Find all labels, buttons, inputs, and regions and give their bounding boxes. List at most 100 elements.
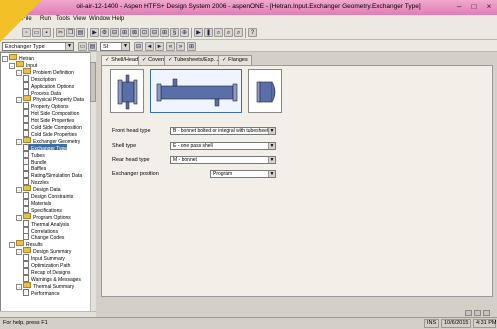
- tree-expand-icon[interactable]: -: [16, 249, 22, 256]
- tree-item[interactable]: - Physical Property Data: [16, 95, 84, 104]
- chevron-down-icon: ▼: [268, 171, 275, 177]
- exchanger-icon[interactable]: ⊟: [110, 28, 119, 37]
- tree-item[interactable]: Input Summary: [23, 254, 65, 262]
- tree-expand-icon[interactable]: -: [16, 283, 22, 290]
- tree-item[interactable]: Exchanger Type: [23, 143, 68, 152]
- front-head-select[interactable]: B - bonnet bolted or integral with tubes…: [170, 127, 276, 135]
- tree-item[interactable]: Thermal Analysis: [23, 219, 69, 228]
- tree-item[interactable]: Process Data: [23, 88, 61, 97]
- tree-item[interactable]: Materials: [23, 198, 51, 207]
- tree-item[interactable]: Application Options: [23, 81, 74, 90]
- back-icon[interactable]: ◄: [145, 42, 154, 51]
- run-design-icon[interactable]: ⚙: [100, 28, 109, 37]
- units-select[interactable]: SI ▼: [100, 42, 130, 51]
- last-icon[interactable]: »: [176, 42, 185, 51]
- exchanger-icon[interactable]: ⊞: [120, 28, 129, 37]
- shell-diagram[interactable]: [150, 69, 242, 113]
- tree-item[interactable]: Baffles: [23, 164, 46, 172]
- tree-item[interactable]: - Design Summary: [16, 247, 71, 256]
- tree-item[interactable]: Change Codes: [23, 233, 64, 241]
- view-icon[interactable]: [465, 310, 472, 316]
- maximize-button[interactable]: □: [467, 2, 481, 13]
- tree-item[interactable]: Warnings & Messages: [23, 274, 81, 283]
- tree-item[interactable]: Property Options: [23, 102, 69, 110]
- tree-item[interactable]: Correlations: [23, 226, 58, 235]
- zoom-icon[interactable]: ⌕: [234, 28, 243, 37]
- tree-item[interactable]: - Problem Definition: [16, 67, 74, 76]
- tree-item[interactable]: - Design Data: [16, 185, 61, 194]
- tree-item[interactable]: Recap of Designs: [23, 267, 70, 276]
- tree-item[interactable]: Description: [23, 74, 56, 83]
- menu-help[interactable]: Help: [112, 16, 124, 22]
- pause-icon[interactable]: ❚: [204, 28, 213, 37]
- shell-type-select[interactable]: E - one pass shell ▼: [170, 142, 276, 150]
- tree-item[interactable]: - Results: [9, 240, 43, 249]
- zoom-icon[interactable]: ⌕: [214, 28, 223, 37]
- tree-item[interactable]: Cold Side Composition: [23, 123, 82, 131]
- tree-item[interactable]: Hot Side Composition: [23, 109, 79, 117]
- tree-item[interactable]: Rating/Simulation Data: [23, 171, 82, 179]
- paste-icon[interactable]: ▤: [76, 28, 85, 37]
- tree-item[interactable]: Tubes: [23, 150, 45, 159]
- shell-type-label: Shell type: [112, 143, 137, 149]
- forward-icon[interactable]: ►: [155, 42, 164, 51]
- minimize-button[interactable]: –: [452, 2, 466, 13]
- first-icon[interactable]: «: [166, 42, 175, 51]
- tree-item[interactable]: Design Constraints: [23, 192, 73, 200]
- tree-item[interactable]: Performance: [23, 288, 60, 297]
- tree-item[interactable]: Optimization Path: [23, 261, 70, 269]
- tree-item[interactable]: - Thermal Summary: [16, 281, 74, 290]
- sheet-icon[interactable]: ▤: [88, 42, 97, 51]
- exchanger-icon[interactable]: ⊟: [150, 28, 159, 37]
- tree-item[interactable]: Cold Side Properties: [23, 129, 77, 138]
- menu-tools[interactable]: Tools: [56, 16, 70, 22]
- view-icon[interactable]: [474, 310, 481, 316]
- folder-icon[interactable]: ▭: [78, 42, 87, 51]
- tree-scrollbar-thumb[interactable]: [90, 62, 96, 102]
- rear-head-icon: [256, 81, 276, 103]
- close-button[interactable]: ×: [482, 2, 496, 13]
- save-icon[interactable]: ▪: [42, 28, 51, 37]
- tree-expand-icon[interactable]: -: [16, 214, 22, 221]
- exchanger-position-label: Exchanger position: [112, 171, 159, 177]
- cut-icon[interactable]: ✂: [56, 28, 65, 37]
- tree-expand-icon[interactable]: -: [16, 69, 22, 76]
- folder-icon: [23, 67, 31, 74]
- view-icon[interactable]: [483, 310, 490, 316]
- rear-head-diagram[interactable]: [248, 69, 282, 113]
- tab-flanges[interactable]: ✓ Flanges: [218, 55, 252, 65]
- tree-expand-icon[interactable]: -: [2, 56, 8, 62]
- tree-item[interactable]: Nozzles: [23, 178, 49, 186]
- tree-item[interactable]: - Exchanger Geometry: [16, 136, 80, 145]
- tree-item[interactable]: Bundle: [23, 157, 47, 166]
- menu-view[interactable]: View: [73, 16, 86, 22]
- tree-item[interactable]: - Hetran: [2, 54, 34, 62]
- tree-expand-icon[interactable]: -: [16, 187, 22, 194]
- help-icon[interactable]: ?: [248, 28, 257, 37]
- tree-item[interactable]: - Input: [9, 60, 37, 69]
- menu-window[interactable]: Window: [89, 16, 110, 22]
- tree-item[interactable]: - Program Options: [16, 212, 71, 221]
- exchanger-icon[interactable]: ⊡: [140, 28, 149, 37]
- tree-expand-icon[interactable]: -: [16, 138, 22, 145]
- nav-icon[interactable]: ⊟: [134, 42, 143, 51]
- object-select[interactable]: Exchanger Type ▼: [2, 42, 74, 51]
- exchanger-position-select[interactable]: Program ▼: [210, 170, 276, 178]
- tree-expand-icon[interactable]: -: [9, 242, 15, 249]
- tree-expand-icon[interactable]: -: [9, 62, 15, 69]
- play-icon[interactable]: ▶: [194, 28, 203, 37]
- copy-icon[interactable]: ❐: [66, 28, 75, 37]
- zoom-icon[interactable]: ⌕: [224, 28, 233, 37]
- exchanger-icon[interactable]: §: [170, 28, 179, 37]
- run-icon[interactable]: ▶: [90, 28, 99, 37]
- tree-expand-icon[interactable]: -: [16, 97, 22, 104]
- chevron-down-icon: ▼: [121, 43, 129, 50]
- exchanger-icon[interactable]: ⊠: [130, 28, 139, 37]
- grid-icon[interactable]: ⊞: [187, 42, 196, 51]
- exchanger-icon[interactable]: ⊞: [160, 28, 169, 37]
- rear-head-select[interactable]: M - bonnet ▼: [170, 156, 276, 164]
- tree-item[interactable]: Specifications: [23, 205, 62, 214]
- front-head-diagram[interactable]: [110, 69, 144, 113]
- tree-item[interactable]: Hot Side Properties: [23, 116, 74, 124]
- exchanger-icon[interactable]: ⊕: [180, 28, 189, 37]
